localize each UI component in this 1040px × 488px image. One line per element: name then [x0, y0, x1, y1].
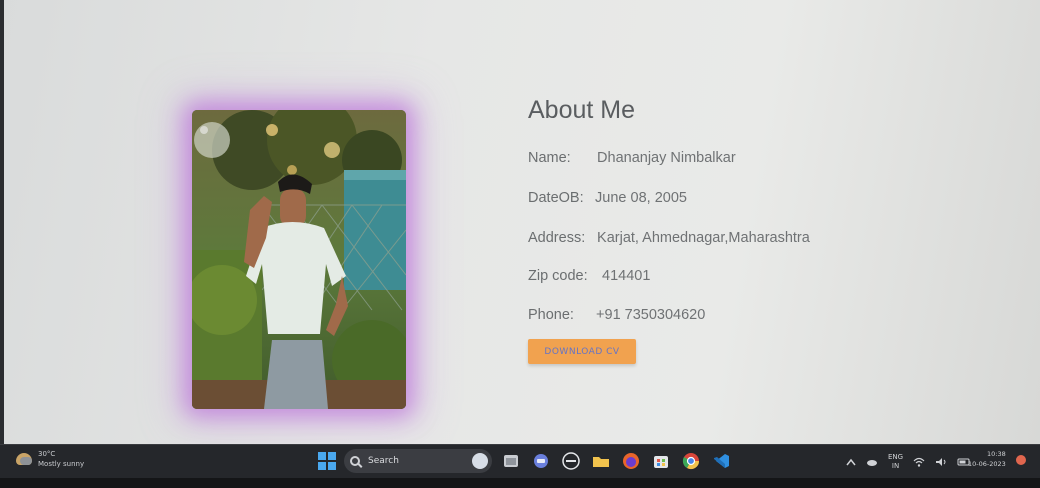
search-icon	[350, 456, 360, 466]
name-label: Name:	[528, 150, 571, 166]
phone-value: +91 7350304620	[596, 307, 706, 323]
windows-start-icon[interactable]	[318, 452, 336, 470]
language-code: ENG	[888, 453, 904, 461]
search-placeholder: Search	[368, 456, 399, 466]
clock[interactable]: 10:38 10-06-2023	[968, 449, 1006, 469]
monitor-bezel	[0, 0, 4, 444]
zip-label: Zip code:	[528, 268, 588, 284]
phone-label: Phone:	[528, 307, 574, 323]
profile-photo-image	[192, 110, 406, 409]
address-label: Address:	[528, 230, 586, 246]
weather-widget[interactable]: 30°C Mostly sunny	[16, 449, 84, 469]
chevron-up-icon[interactable]	[846, 458, 856, 466]
dob-row: DateOB: June 08, 2005	[528, 190, 687, 206]
language-indicator[interactable]: ENG IN	[888, 453, 903, 471]
system-tray: ENG IN	[846, 453, 971, 471]
bing-icon[interactable]	[472, 453, 488, 469]
address-value: Karjat, Ahmednagar,Maharashtra	[597, 230, 810, 246]
name-value: Dhananjay Nimbalkar	[597, 150, 736, 166]
name-row: Name: Dhananjay Nimbalkar	[528, 150, 736, 166]
dob-label: DateOB:	[528, 190, 584, 206]
taskbar-search[interactable]: Search	[344, 449, 492, 473]
cloud-icon[interactable]	[866, 458, 878, 466]
chrome-icon[interactable]	[680, 450, 702, 472]
zip-value: 414401	[602, 268, 651, 284]
firefox-icon[interactable]	[620, 450, 642, 472]
vscode-icon[interactable]	[710, 450, 732, 472]
address-row: Address: Karjat, Ahmednagar,Maharashtra	[528, 230, 810, 246]
file-explorer-icon[interactable]	[500, 450, 522, 472]
taskbar-apps: Search	[318, 449, 732, 473]
about-title: About Me	[528, 96, 636, 124]
download-cv-button[interactable]: DOWNLOAD CV	[528, 339, 636, 364]
phone-row: Phone: +91 7350304620	[528, 307, 705, 323]
taskbar: 30°C Mostly sunny Search ENG IN 10:38 10…	[0, 444, 1040, 478]
monitor-bottom-bezel	[0, 478, 1040, 488]
chat-icon[interactable]	[530, 450, 552, 472]
profile-photo	[192, 110, 406, 409]
notification-icon[interactable]	[1016, 455, 1026, 465]
weather-desc: Mostly sunny	[38, 460, 85, 468]
volume-icon[interactable]	[935, 457, 947, 467]
dell-icon[interactable]	[560, 450, 582, 472]
wifi-icon[interactable]	[913, 457, 925, 467]
zip-row: Zip code: 414401	[528, 268, 650, 284]
clock-date: 10-06-2023	[968, 460, 1006, 468]
about-section: About Me Name: Dhananjay Nimbalkar DateO…	[528, 96, 948, 364]
partly-sunny-icon	[16, 453, 32, 465]
clock-time: 10:38	[987, 450, 1006, 458]
weather-temp: 30°C	[38, 450, 56, 458]
folder-icon[interactable]	[590, 450, 612, 472]
store-icon[interactable]	[650, 450, 672, 472]
dob-value: June 08, 2005	[595, 190, 687, 206]
region-code: IN	[891, 462, 900, 470]
browser-viewport: About Me Name: Dhananjay Nimbalkar DateO…	[0, 0, 1040, 444]
